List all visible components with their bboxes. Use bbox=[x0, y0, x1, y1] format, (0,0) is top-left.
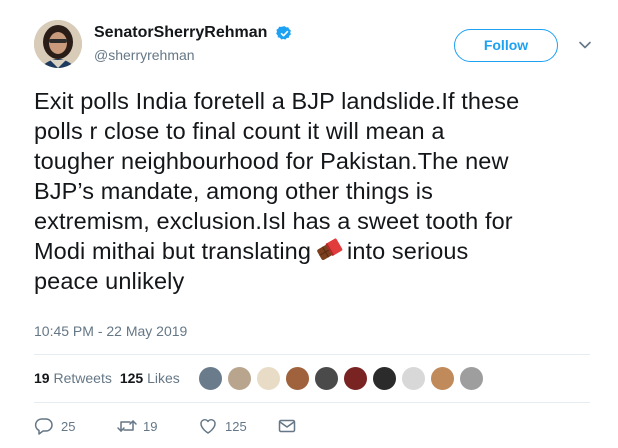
reply-button[interactable]: 25 bbox=[34, 416, 94, 436]
tweet-line: Exit polls India foretell a BJP landslid… bbox=[34, 88, 520, 114]
likes-stat[interactable]: 125 Likes bbox=[120, 370, 188, 386]
follow-button[interactable]: Follow bbox=[454, 29, 558, 62]
retweet-action-count: 19 bbox=[143, 419, 158, 434]
tweet-line: BJP’s mandate, among other things is bbox=[34, 178, 433, 204]
avatar[interactable] bbox=[285, 366, 310, 391]
avatar[interactable] bbox=[401, 366, 426, 391]
tweet-card: SenatorSherryRehman @sherryrehman Follow… bbox=[0, 0, 618, 448]
chocolate-bar-icon bbox=[317, 238, 343, 260]
envelope-icon bbox=[278, 419, 296, 433]
retweet-icon bbox=[117, 420, 137, 432]
avatar[interactable] bbox=[372, 366, 397, 391]
heart-icon bbox=[200, 419, 216, 434]
avatar[interactable] bbox=[343, 366, 368, 391]
reply-icon bbox=[34, 418, 53, 435]
tweet-line: tougher neighbourhood for Pakistan.The n… bbox=[34, 148, 509, 174]
retweets-stat[interactable]: 19 Retweets bbox=[34, 370, 120, 386]
avatar[interactable] bbox=[256, 366, 281, 391]
avatar[interactable] bbox=[314, 366, 339, 391]
tweet-text: Exit polls India foretell a BJP landslid… bbox=[34, 86, 606, 296]
like-label: Likes bbox=[147, 370, 180, 386]
avatar[interactable] bbox=[459, 366, 484, 391]
chevron-down-icon[interactable] bbox=[578, 38, 592, 52]
divider bbox=[34, 402, 590, 403]
avatar[interactable] bbox=[198, 366, 223, 391]
retweet-button[interactable]: 19 bbox=[116, 416, 176, 436]
divider bbox=[34, 354, 590, 355]
author-block[interactable]: SenatorSherryRehman @sherryrehman bbox=[94, 24, 293, 63]
verified-badge-icon bbox=[275, 25, 291, 40]
avatar[interactable] bbox=[430, 366, 455, 391]
reply-count: 25 bbox=[61, 419, 76, 434]
tweet-line-part: into serious bbox=[347, 238, 469, 264]
tweet-line-part: Modi mithai but translating bbox=[34, 238, 312, 264]
engagement-stats: 19 Retweets 125 Likes bbox=[34, 370, 188, 386]
timestamp[interactable]: 10:45 PM - 22 May 2019 bbox=[34, 323, 187, 339]
avatar[interactable] bbox=[227, 366, 252, 391]
tweet-line: peace unlikely bbox=[34, 268, 185, 294]
avatar[interactable] bbox=[34, 20, 82, 68]
display-name[interactable]: SenatorSherryRehman bbox=[94, 24, 267, 42]
retweet-count: 19 bbox=[34, 370, 50, 386]
tweet-line: polls r close to final count it will mea… bbox=[34, 118, 445, 144]
like-count: 125 bbox=[119, 370, 144, 386]
handle: @sherryrehman bbox=[94, 47, 195, 64]
direct-message-button[interactable] bbox=[277, 416, 297, 436]
retweet-label: Retweets bbox=[53, 370, 112, 386]
like-button[interactable]: 125 bbox=[198, 416, 268, 436]
tweet-line: extremism, exclusion.Isl has a sweet too… bbox=[34, 208, 513, 234]
like-action-count: 125 bbox=[225, 419, 247, 434]
tweet-line-with-emoji: Modi mithai but translating into serious bbox=[34, 236, 606, 266]
